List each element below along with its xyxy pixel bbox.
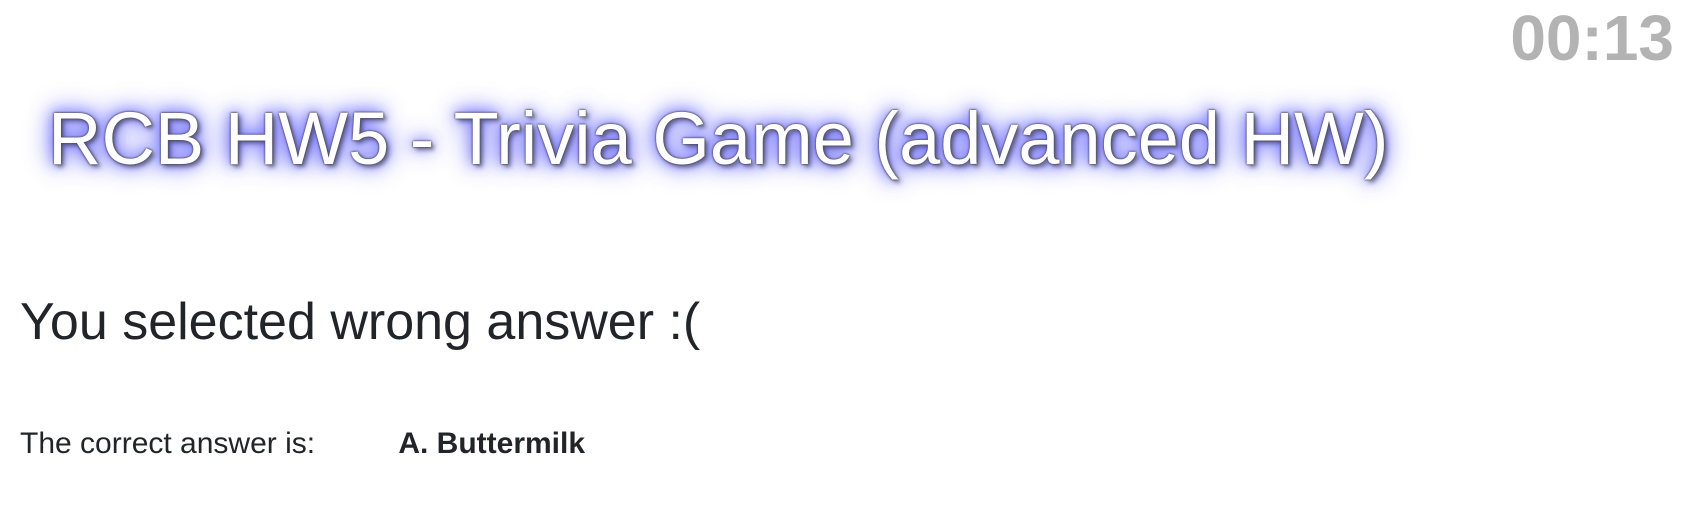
page-title: RCB HW5 - Trivia Game (advanced HW): [48, 97, 1389, 180]
correct-answer-label: The correct answer is:: [20, 427, 316, 460]
correct-answer-row: The correct answer is: A. Buttermilk: [20, 424, 585, 464]
correct-answer-value: A. Buttermilk: [398, 427, 586, 460]
result-heading: You selected wrong answer :(: [20, 293, 701, 351]
countdown-timer: 00:13: [1510, 2, 1674, 74]
